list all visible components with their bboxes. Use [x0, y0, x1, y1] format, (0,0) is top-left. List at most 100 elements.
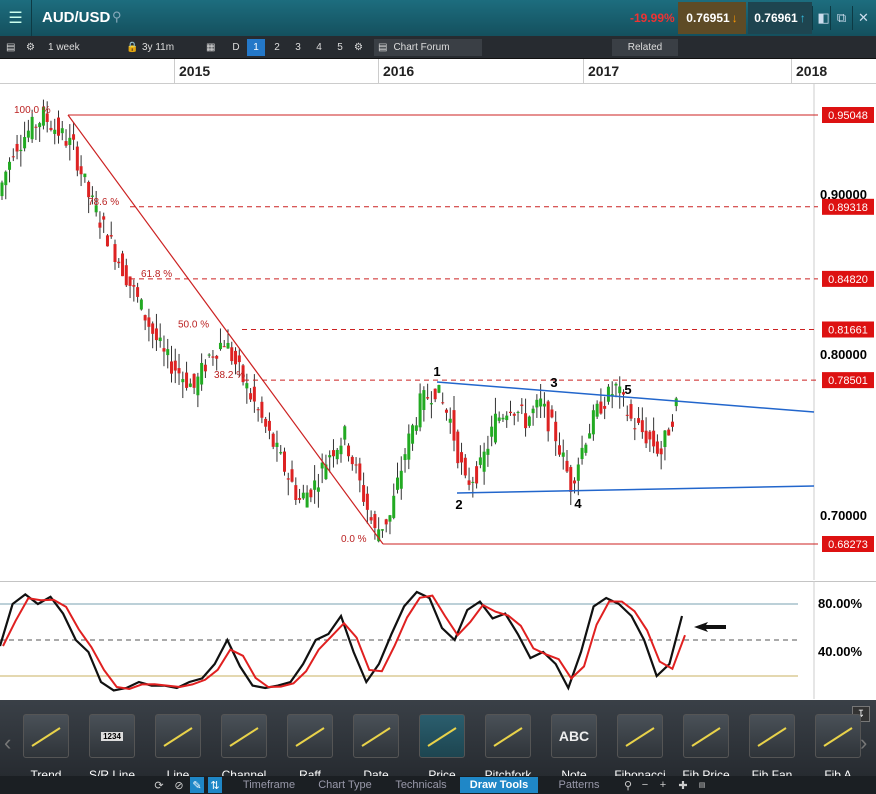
tool-date[interactable]: Date — [346, 714, 406, 782]
refresh-icon[interactable]: ⟳ — [150, 777, 168, 793]
candle-body — [652, 430, 656, 447]
menu-icon[interactable]: ☰ — [0, 0, 32, 36]
candle-body — [203, 364, 207, 372]
candle-body — [237, 355, 241, 363]
popout-icon[interactable]: ⧉ — [830, 6, 852, 30]
tool-note[interactable]: ABC Note — [544, 714, 604, 782]
period-button-5[interactable]: 5 — [331, 39, 349, 56]
candle-body — [215, 355, 219, 359]
fibonacci-retracement[interactable]: 100.0 % 0.95048 78.6 % 0.89318 61.8 % 0.84820… — [14, 105, 874, 552]
candle-body — [79, 166, 83, 175]
tool-fib-a[interactable]: Fib A — [808, 714, 868, 782]
tool-fibonacci[interactable]: Fibonacci — [610, 714, 670, 782]
chart-forum-button[interactable]: ▤ Chart Forum — [374, 39, 482, 56]
candle-body — [535, 399, 539, 408]
candle-body — [478, 457, 482, 465]
fib-arc-icon — [815, 714, 861, 758]
candle-body — [173, 360, 177, 371]
candle-body — [102, 216, 106, 220]
candle-body — [475, 466, 479, 484]
zoom-out-icon[interactable]: − — [638, 777, 652, 793]
range-select[interactable]: 3y 11m — [138, 39, 178, 56]
tool-fib-fan[interactable]: Fib Fan — [742, 714, 802, 782]
candle-body — [580, 447, 584, 460]
auto-scale-icon[interactable]: ▤ — [694, 777, 710, 793]
close-icon[interactable]: ✕ — [852, 6, 874, 30]
candle-body — [335, 449, 339, 460]
candle-body — [109, 235, 113, 237]
year-divider — [791, 59, 792, 84]
candle-body — [143, 315, 147, 321]
candle-body — [429, 403, 433, 405]
symbol-title[interactable]: AUD/USD — [42, 9, 110, 26]
chart-settings-gear-icon[interactable]: ⚙ — [350, 39, 367, 56]
sort-arrows-icon[interactable]: ⇅ — [208, 777, 222, 793]
candlestick-series — [0, 99, 678, 543]
zoom-in-icon[interactable]: + — [656, 777, 670, 793]
tool-raff[interactable]: Raff — [280, 714, 340, 782]
tab-chart-type[interactable]: Chart Type — [306, 777, 384, 793]
fib-level-percent: 61.8 % — [141, 269, 172, 280]
tab-timeframe[interactable]: Timeframe — [230, 777, 308, 793]
pencil-icon[interactable]: ✎ — [190, 777, 204, 793]
related-button[interactable]: Related — [612, 39, 678, 56]
candle-body — [60, 128, 64, 134]
zoom-icon[interactable]: ⚲ — [620, 777, 636, 793]
candle-body — [482, 451, 486, 472]
ask-price: 0.76961 — [754, 11, 798, 25]
candle-body — [595, 403, 599, 417]
tool-price[interactable]: Price — [412, 714, 472, 782]
channel-icon — [221, 714, 267, 758]
candle-body — [546, 401, 550, 432]
price-chart[interactable]: 100.0 % 0.95048 78.6 % 0.89318 61.8 % 0.84820… — [0, 84, 876, 580]
tool-line[interactable]: Line — [148, 714, 208, 782]
settings-gear-icon[interactable]: ⚙ — [22, 39, 39, 56]
tab-patterns[interactable]: Patterns — [540, 777, 618, 793]
calendar-icon[interactable]: ▦ — [202, 39, 219, 56]
fib-level-percent: 0.0 % — [341, 534, 367, 545]
candle-body — [501, 417, 505, 420]
triangle-lower-trendline[interactable] — [456, 485, 815, 494]
candle-body — [170, 361, 173, 374]
sr-line-tag: 1234 — [101, 731, 123, 741]
tab-technicals[interactable]: Technicals — [382, 777, 460, 793]
search-icon[interactable]: ⚲ — [112, 9, 122, 25]
period-button-4[interactable]: 4 — [310, 39, 328, 56]
scroll-left-icon[interactable]: ‹ — [4, 730, 11, 756]
candle-body — [362, 485, 366, 502]
buy-price-button[interactable]: 0.76961 ↑ — [748, 2, 812, 34]
candle-body — [290, 469, 294, 482]
candle-body — [316, 487, 320, 492]
fib-price-label: 0.78501 — [828, 375, 868, 387]
tool-pitchfork[interactable]: Pitchfork — [478, 714, 538, 782]
candle-body — [0, 182, 4, 197]
tab-draw-tools[interactable]: Draw Tools — [460, 777, 538, 793]
trend-line-icon — [23, 714, 69, 758]
no-entry-icon[interactable]: ⊘ — [170, 777, 188, 793]
period-label[interactable]: D — [227, 39, 245, 56]
period-button-2[interactable]: 2 — [268, 39, 286, 56]
stochastic-oscillator-chart[interactable]: 80.00% 40.00% — [0, 581, 876, 699]
candle-body — [554, 421, 558, 442]
candle-body — [561, 452, 565, 457]
candle-body — [26, 130, 30, 138]
candle-body — [463, 457, 467, 476]
tool-trend[interactable]: Trend — [16, 714, 76, 782]
crosshair-icon[interactable]: ✚ — [676, 777, 690, 793]
tool-s-r-line[interactable]: 1234 S/R Line — [82, 714, 142, 782]
period-button-3[interactable]: 3 — [289, 39, 307, 56]
candle-body — [124, 265, 128, 286]
sell-price-button[interactable]: 0.76951 ↓ — [678, 2, 746, 34]
candle-body — [57, 117, 60, 136]
candle-body — [667, 429, 671, 436]
candle-body — [4, 171, 8, 186]
interval-select[interactable]: 1 week — [44, 39, 84, 56]
candle-body — [11, 156, 15, 158]
wave-label-5: 5 — [624, 382, 631, 397]
tool-channel[interactable]: Channel — [214, 714, 274, 782]
candle-body — [531, 408, 535, 414]
tool-fib-price[interactable]: Fib Price — [676, 714, 736, 782]
list-icon[interactable]: ▤ — [2, 39, 19, 56]
period-button-1[interactable]: 1 — [247, 39, 265, 56]
candle-body — [384, 519, 388, 525]
